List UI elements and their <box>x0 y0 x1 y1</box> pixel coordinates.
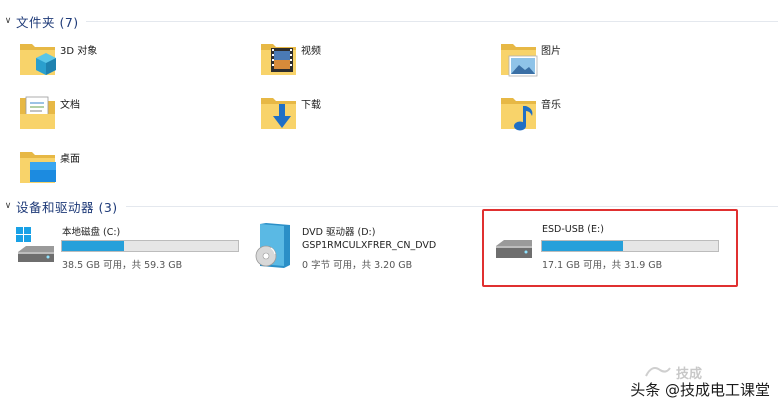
folder-pictures[interactable]: 图片 <box>497 38 697 82</box>
videos-folder-icon <box>261 44 296 75</box>
drive-volume-label: GSP1RMCULXFRER_CN_DVD <box>302 240 437 251</box>
pictures-folder-icon <box>501 44 538 77</box>
downloads-folder-icon <box>261 98 296 129</box>
folder-desktop[interactable]: 桌面 <box>16 146 216 190</box>
folder-label: 文档 <box>60 100 80 111</box>
drive-usage-fill <box>62 241 124 251</box>
dvd-drive-icon <box>255 223 290 268</box>
drive-c[interactable]: 本地磁盘 (C:) 38.5 GB 可用，共 59.3 GB <box>14 222 244 272</box>
folder-label: 桌面 <box>60 154 80 165</box>
folder-label: 下载 <box>301 100 321 111</box>
drive-d[interactable]: DVD 驱动器 (D:) GSP1RMCULXFRER_CN_DVD 0 字节 … <box>254 222 474 272</box>
folder-3d-objects[interactable]: 3D 对象 <box>16 38 216 82</box>
chevron-down-icon[interactable]: ∨ <box>1 201 15 211</box>
folder-videos[interactable]: 视频 <box>257 38 457 82</box>
folder-label: 图片 <box>541 46 561 57</box>
folder-downloads[interactable]: 下载 <box>257 92 457 136</box>
folder-label: 音乐 <box>541 100 561 111</box>
desktop-folder-icon <box>20 152 56 183</box>
section-divider <box>86 21 778 22</box>
folder-label: 3D 对象 <box>60 46 98 57</box>
devices-section-title: 设备和驱动器 (3) <box>16 199 118 215</box>
section-divider <box>126 206 778 207</box>
folders-section-header[interactable]: ∨ 文件夹 (7) <box>0 10 778 32</box>
folder-music[interactable]: 音乐 <box>497 92 697 136</box>
folder-label: 视频 <box>301 46 321 57</box>
folder-documents[interactable]: 文档 <box>16 92 216 136</box>
drive-size-text: 0 字节 可用，共 3.20 GB <box>302 260 413 271</box>
3d-objects-folder-icon <box>20 44 56 75</box>
drive-usage-bar <box>61 240 239 252</box>
music-folder-icon <box>501 98 536 131</box>
documents-folder-icon <box>20 96 55 129</box>
chevron-down-icon[interactable]: ∨ <box>1 16 15 26</box>
folders-section-title: 文件夹 (7) <box>16 14 79 30</box>
drive-size-text: 38.5 GB 可用，共 59.3 GB <box>62 260 183 271</box>
highlight-box <box>482 209 738 287</box>
watermark-text: 头条 @技成电工课堂 <box>630 381 770 399</box>
drive-name: DVD 驱动器 (D:) <box>302 227 376 238</box>
drive-name: 本地磁盘 (C:) <box>62 227 121 238</box>
local-disk-icon <box>16 227 54 262</box>
